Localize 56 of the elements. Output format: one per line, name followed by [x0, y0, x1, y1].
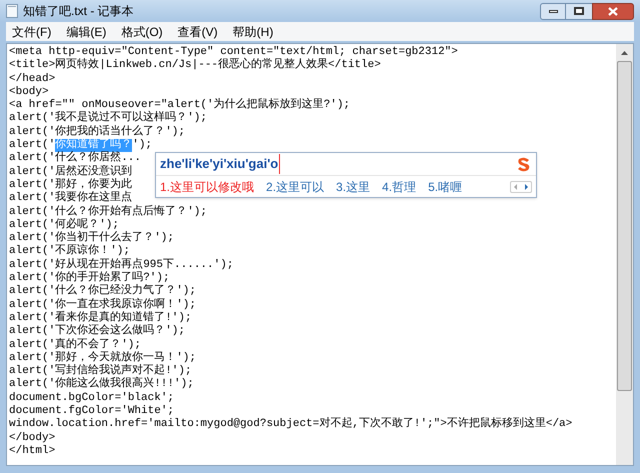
input-method-logo-icon [516, 156, 532, 172]
ime-candidate[interactable]: 5.啫喱 [428, 178, 462, 196]
ime-candidate[interactable]: 4.哲理 [382, 178, 416, 196]
scroll-up-icon [621, 50, 628, 54]
code-line: alert('好从现在开始再点995下......'); [9, 258, 234, 271]
document-icon [6, 4, 18, 18]
code-line: alert('你当初干什么去了？'); [9, 232, 174, 244]
code-line: alert('下次你还会这么做吗？'); [9, 325, 186, 338]
minimize-button[interactable] [540, 2, 566, 20]
close-button[interactable] [592, 2, 634, 20]
code-line: alert('你能这么做我很高兴!!!'); [9, 378, 194, 392]
maximize-icon [574, 7, 584, 15]
code-line: alert('你把我的话当什么了？'); [9, 126, 186, 139]
code-line: alert('真的不会了？'); [9, 338, 142, 351]
scroll-thumb[interactable] [617, 61, 632, 391]
code-line: document.fgColor='White'; [9, 405, 174, 418]
code-line: alert(' [9, 139, 56, 152]
code-line: alert('看来你是真的知道错了!'); [9, 312, 192, 324]
vertical-scrollbar[interactable] [616, 44, 633, 465]
menu-item[interactable]: 文件(F) [12, 22, 52, 40]
code-line: alert('你的手开始累了吗?'); [9, 272, 170, 284]
close-icon [608, 6, 618, 16]
code-line: alert('那好，今天就放你一马！'); [9, 352, 196, 364]
code-line: <meta http-equiv="Content-Type" content="text/html; charset=gb2312"> [9, 46, 458, 58]
code-line: alert('居然还没意识到 [9, 166, 132, 178]
code-line: </html> [9, 444, 56, 458]
code-line: alert('何必呢？'); [9, 218, 120, 231]
code-line: alert('我不是说过不可以这样吗？'); [9, 112, 208, 125]
code-line: alert('写封信给我说声对不起!'); [9, 365, 192, 378]
maximize-button[interactable] [566, 2, 592, 20]
code-line: alert('什么？你开始有点后悔了？'); [9, 206, 208, 218]
code-line: </head> [9, 72, 56, 86]
page-arrows[interactable] [510, 180, 532, 192]
menu-item[interactable]: 帮助(H) [232, 22, 274, 40]
ime-candidate[interactable]: 2.这里可以 [266, 178, 324, 196]
code-line: <a href="" onMouseover="alert('为什么把鼠标放到这里?'); [9, 99, 350, 112]
code-line: alert('不原谅你！'); [9, 245, 130, 258]
code-line: alert('什么？你居然... [9, 152, 142, 165]
menu-item[interactable]: 格式(O) [121, 22, 163, 40]
minimize-icon [548, 10, 558, 12]
code-line: <body> [9, 86, 49, 99]
code-line: alert('我要你在这里点 [9, 192, 132, 205]
ime-candidate[interactable]: 1.这里可以修改哦 [160, 178, 254, 196]
window-title: 知错了吧.txt - 记事本 [23, 3, 134, 20]
code-line: alert('什么？你已经没力气了？'); [9, 285, 196, 298]
code-line: <title>网页特效|Linkweb.cn/Js|---很恶心的常见整人效果</title> [9, 59, 381, 73]
code-line: alert('你一直在求我原谅你啊！'); [9, 298, 196, 311]
menu-item[interactable]: 编辑(E) [66, 22, 106, 40]
code-line: window.location.href='mailto:mygod@god?subject=对不起,下次不敢了!';">不许把鼠标移到这里</a> [9, 418, 572, 432]
ime-candidate[interactable]: 3.这里 [336, 178, 370, 196]
code-line: document.bgColor='black'; [9, 392, 174, 405]
code-line: </body> [9, 432, 56, 445]
menu-item[interactable]: 查看(V) [178, 22, 218, 40]
code-line: '); [132, 139, 152, 152]
ime-composition: zhe'li'ke'yi'xiu'gai'o [160, 154, 280, 174]
code-line: alert('那好，你要为此 [9, 178, 132, 191]
